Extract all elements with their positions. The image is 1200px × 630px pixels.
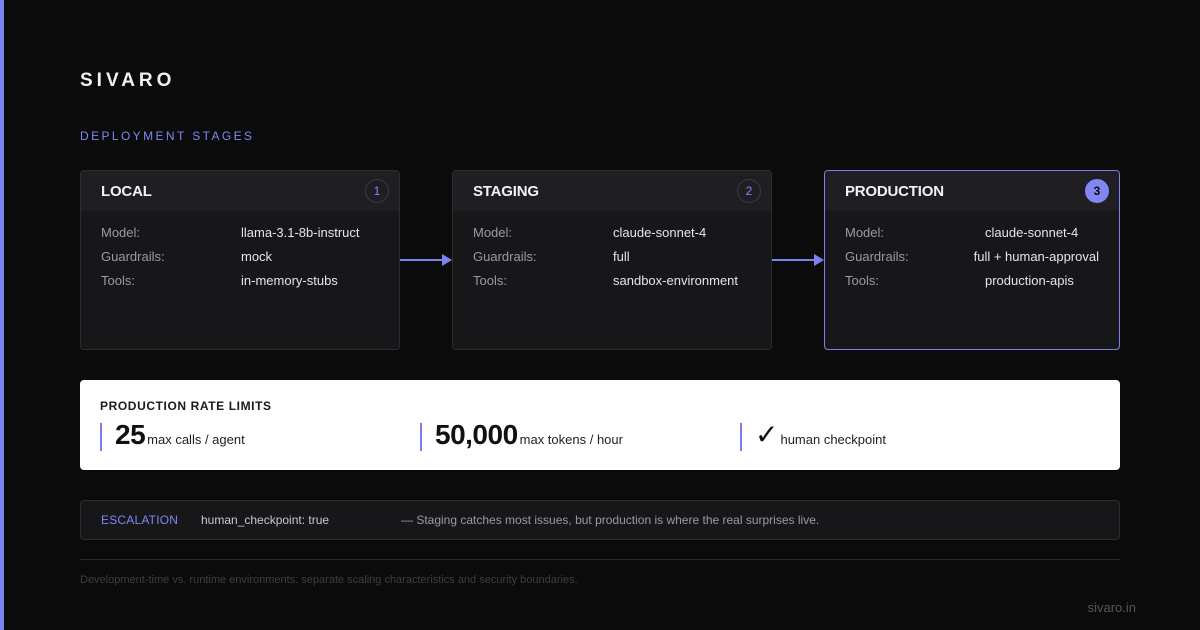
footnote: Development-time vs. runtime environment… <box>80 574 578 586</box>
stage-row-guardrails: Guardrails: mock <box>101 245 379 269</box>
row-value: in-memory-stubs <box>241 273 338 288</box>
section-label: DEPLOYMENT STAGES <box>80 129 255 143</box>
row-key: Model: <box>473 225 513 240</box>
stat-label: human checkpoint <box>780 432 886 447</box>
stage-title: PRODUCTION <box>845 182 944 200</box>
stat-max-tokens: 50,000 max tokens / hour <box>420 419 623 451</box>
stat-label: max tokens / hour <box>519 432 623 447</box>
row-value: full <box>613 249 630 264</box>
brand-logo: SIVARO <box>80 70 176 91</box>
stage-card-body: Model: llama-3.1-8b-instruct Guardrails:… <box>81 211 399 293</box>
row-value: sandbox-environment <box>613 273 739 288</box>
footer-divider <box>80 559 1120 560</box>
stage-row-tools: Tools: in-memory-stubs <box>101 269 379 293</box>
stage-row-model: Model: llama-3.1-8b-instruct <box>101 221 379 245</box>
row-key: Guardrails: <box>845 249 909 264</box>
stage-number-badge: 2 <box>737 179 761 203</box>
stage-title: LOCAL <box>101 182 152 200</box>
checkmark-icon: ✓ <box>755 419 779 450</box>
row-value: production-apis <box>985 273 1074 288</box>
row-key: Tools: <box>473 273 507 288</box>
escalation-code: human_checkpoint: true <box>201 513 330 527</box>
escalation-note: — Staging catches most issues, but produ… <box>401 513 820 527</box>
row-value: llama-3.1-8b-instruct <box>241 225 360 240</box>
site-url: sivaro.in <box>1087 600 1136 615</box>
rate-limits-title: PRODUCTION RATE LIMITS <box>100 399 272 413</box>
stage-card-header: STAGING 2 <box>453 171 771 211</box>
stage-row-model: Model: claude-sonnet-4 <box>845 221 1099 245</box>
row-value: claude-sonnet-4 <box>985 225 1079 240</box>
row-key: Model: <box>101 225 141 240</box>
stat-max-calls: 25 max calls / agent <box>100 419 245 451</box>
stage-card-header: LOCAL 1 <box>81 171 399 211</box>
arrow-right-icon <box>772 254 824 266</box>
row-key: Guardrails: <box>473 249 537 264</box>
row-value: claude-sonnet-4 <box>613 225 707 240</box>
escalation-bar: ESCALATION human_checkpoint: true — Stag… <box>80 500 1120 540</box>
stage-row-tools: Tools: sandbox-environment <box>473 269 751 293</box>
escalation-label: ESCALATION <box>101 513 179 527</box>
stage-number-badge: 3 <box>1085 179 1109 203</box>
row-value: full + human-approval <box>973 249 1099 264</box>
stage-card-production: PRODUCTION 3 Model: claude-sonnet-4 Guar… <box>824 170 1120 350</box>
stat-label: max calls / agent <box>147 432 245 447</box>
stage-card-body: Model: claude-sonnet-4 Guardrails: full … <box>825 211 1119 293</box>
stage-title: STAGING <box>473 182 539 200</box>
row-key: Tools: <box>845 273 879 288</box>
stage-card-local: LOCAL 1 Model: llama-3.1-8b-instruct Gua… <box>80 170 400 350</box>
stage-card-body: Model: claude-sonnet-4 Guardrails: full … <box>453 211 771 293</box>
stat-human-checkpoint: ✓ human checkpoint <box>740 419 886 451</box>
left-accent-bar <box>0 0 4 630</box>
stat-value: 25 <box>115 419 146 450</box>
stage-row-model: Model: claude-sonnet-4 <box>473 221 751 245</box>
row-value: mock <box>241 249 273 264</box>
stage-number-badge: 1 <box>365 179 389 203</box>
row-key: Tools: <box>101 273 135 288</box>
stage-row-tools: Tools: production-apis <box>845 269 1099 293</box>
stage-row-guardrails: Guardrails: full <box>473 245 751 269</box>
stat-value: 50,000 <box>435 419 518 450</box>
row-key: Guardrails: <box>101 249 165 264</box>
row-key: Model: <box>845 225 885 240</box>
stage-card-header: PRODUCTION 3 <box>825 171 1119 211</box>
stage-card-staging: STAGING 2 Model: claude-sonnet-4 Guardra… <box>452 170 772 350</box>
stage-row-guardrails: Guardrails: full + human-approval <box>845 245 1099 269</box>
arrow-right-icon <box>400 254 452 266</box>
rate-limits-panel: PRODUCTION RATE LIMITS 25 max calls / ag… <box>80 380 1120 470</box>
